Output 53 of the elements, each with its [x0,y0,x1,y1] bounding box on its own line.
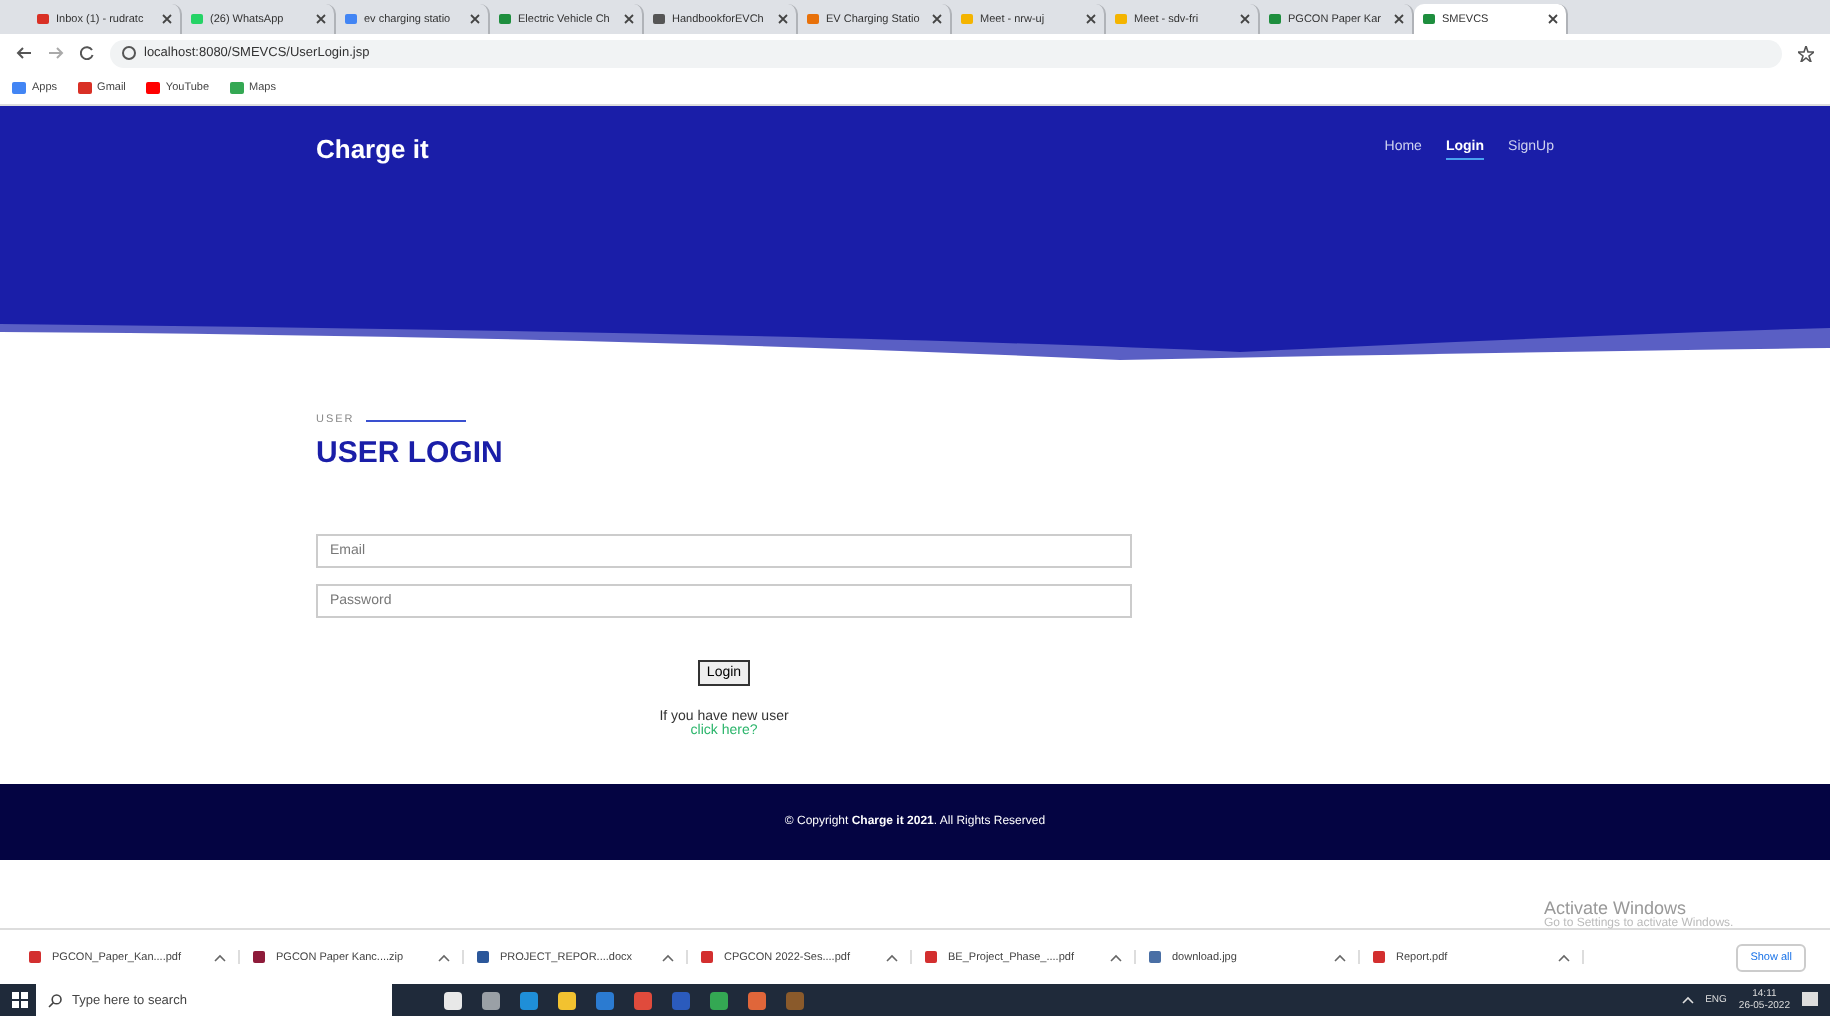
favicon-icon [960,12,974,26]
close-icon[interactable] [1548,14,1558,24]
file-icon [252,950,266,964]
favicon-icon [344,12,358,26]
back-icon[interactable] [16,46,32,60]
caret-icon[interactable] [438,953,450,961]
favicon-icon [806,12,820,26]
close-icon[interactable] [932,14,942,24]
caret-icon[interactable] [1334,953,1346,961]
site-logo[interactable]: Charge it [316,134,429,164]
close-icon[interactable] [778,14,788,24]
file-icon [1372,950,1386,964]
caret-icon[interactable] [1110,953,1122,961]
file-icon [700,950,714,964]
reload-icon[interactable] [80,46,94,60]
caret-icon[interactable] [214,953,226,961]
app-icon[interactable] [558,991,576,1009]
bookmark-icon [145,82,160,94]
file-icon [924,950,938,964]
app-icon[interactable] [444,991,462,1009]
file-icon [476,950,490,964]
favicon-icon [1422,12,1436,26]
favicon-icon [498,12,512,26]
caret-icon[interactable] [662,953,674,961]
close-icon[interactable] [1240,14,1250,24]
app-icon[interactable] [482,991,500,1009]
close-icon[interactable] [316,14,326,24]
star-icon[interactable] [1798,45,1814,61]
file-icon [28,950,42,964]
app-icon[interactable] [710,991,728,1009]
bookmark-icon [229,82,244,94]
caret-icon[interactable] [886,953,898,961]
favicon-icon [190,12,204,26]
info-icon [122,46,136,60]
close-icon[interactable] [1394,14,1404,24]
favicon-icon [1268,12,1282,26]
tray-caret-icon[interactable] [1681,996,1694,1004]
favicon-icon [36,12,50,26]
bookmark-icon [77,82,92,94]
watermark-title: Activate Windows [1544,898,1687,918]
close-icon[interactable] [162,14,172,24]
close-icon[interactable] [1086,14,1096,24]
favicon-icon [1114,12,1128,26]
page-title: USER LOGIN [316,436,505,470]
image-file-icon [1148,950,1162,964]
favicon-icon [652,12,666,26]
bookmark-icon [12,82,26,94]
close-icon[interactable] [470,14,480,24]
close-icon[interactable] [624,14,634,24]
notification-icon[interactable] [1802,992,1818,1008]
caret-icon[interactable] [1558,953,1570,961]
search-icon [48,993,62,1007]
windows-start-icon[interactable] [12,992,28,1008]
